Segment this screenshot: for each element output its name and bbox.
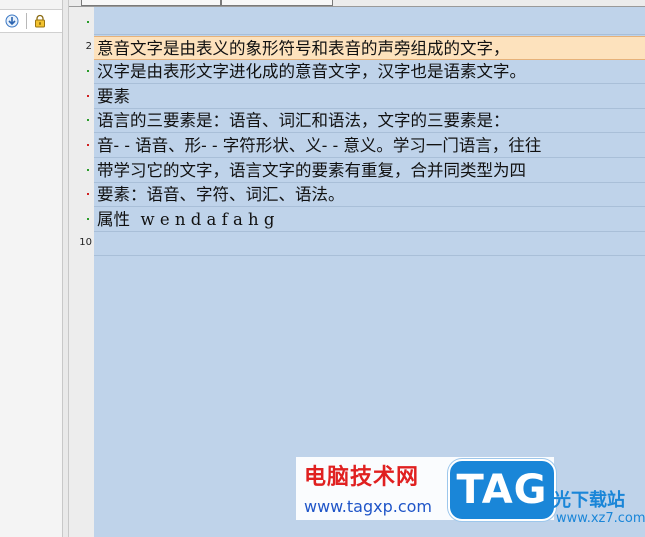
lock-button[interactable] [31,12,49,30]
move-down-button[interactable] [3,12,21,30]
lock-icon [35,14,45,28]
editor-line[interactable]: 音- - 语音、形- - 字符形状、义- - 意义。学习一门语言，往往 [69,134,645,158]
editor-line[interactable]: 带学习它的文字，语言文字的要素有重复，合并同类型为四 [69,159,645,183]
line-number [69,85,94,109]
watermark-tag-text: TAG [456,467,548,513]
line-text: 意音文字是由表义的象形符号和表音的声旁组成的文字， [97,38,510,58]
editor-line[interactable] [69,11,645,35]
line-content[interactable]: 汉字是由表形文字进化成的意音文字，汉字也是语素文字。 [94,60,645,85]
line-marker-dot [87,144,89,146]
tab-bar [69,0,645,7]
line-number [69,134,94,158]
line-number [69,183,94,207]
line-marker-dot [87,119,89,122]
watermark-url: www.tagxp.com [304,497,432,516]
line-text: 属性 w e n d a f a h g [97,209,275,229]
watermark-subtitle: 光下载站 [553,490,625,511]
line-content[interactable]: 要素：语音、字符、词汇、语法。 [94,183,645,208]
line-number [69,60,94,84]
line-text: 汉字是由表形文字进化成的意音文字，汉字也是语素文字。 [97,62,526,82]
toolbar-separator [26,13,27,29]
editor-line[interactable]: 要素：语音、字符、词汇、语法。 [69,183,645,208]
line-content[interactable] [94,232,645,257]
line-text: 语言的三要素是：语音、词汇和语法，文字的三要素是： [97,111,510,131]
watermark-title: 电脑技术网 [304,465,420,490]
line-number-label: 2 [85,40,92,52]
left-toolbar [0,9,62,33]
watermark-tag-logo: TAG [448,459,556,521]
line-marker-dot [87,21,89,23]
line-text: 带学习它的文字，语言文字的要素有重复，合并同类型为四 [97,160,526,180]
down-arrow-icon [5,14,19,28]
editor-line[interactable]: 要素 [69,85,645,109]
line-text: 要素 [97,86,130,106]
editor-line[interactable]: 属性 w e n d a f a h g [69,208,645,232]
line-content[interactable] [94,11,645,35]
line-number [69,208,94,232]
line-text: 音- - 语音、形- - 字符形状、义- - 意义。学习一门语言，往往 [97,136,542,155]
line-text: 要素：语音、字符、词汇、语法。 [97,185,345,205]
editor-line[interactable]: 汉字是由表形文字进化成的意音文字，汉字也是语素文字。 [69,60,645,85]
line-marker-dot [87,94,89,97]
line-number [69,109,94,133]
line-marker-dot [87,193,89,196]
line-number [69,11,94,35]
editor-line[interactable]: 10 [69,232,645,257]
line-marker-dot [87,70,89,73]
line-content[interactable]: 带学习它的文字，语言文字的要素有重复，合并同类型为四 [94,159,645,183]
line-marker-dot [87,168,89,171]
line-content[interactable]: 要素 [94,85,645,109]
line-content[interactable]: 语言的三要素是：语音、词汇和语法，文字的三要素是： [94,109,645,134]
watermark-sub-url: www.xz7.com [556,511,645,526]
line-number: 2 [69,36,94,60]
left-panel [0,0,63,537]
line-number-label: 10 [79,237,92,249]
line-number: 10 [69,232,94,256]
line-content[interactable]: 意音文字是由表义的象形符号和表音的声旁组成的文字， [94,35,645,60]
tab-document-2[interactable] [221,0,333,6]
line-content[interactable]: 属性 w e n d a f a h g [94,208,645,232]
editor-line[interactable]: 2 意音文字是由表义的象形符号和表音的声旁组成的文字， [69,35,645,60]
line-content[interactable]: 音- - 语音、形- - 字符形状、义- - 意义。学习一门语言，往往 [94,134,645,158]
tab-document-1[interactable] [81,0,221,6]
line-number [69,159,94,183]
editor-line[interactable]: 语言的三要素是：语音、词汇和语法，文字的三要素是： [69,109,645,134]
line-marker-dot [87,217,89,220]
